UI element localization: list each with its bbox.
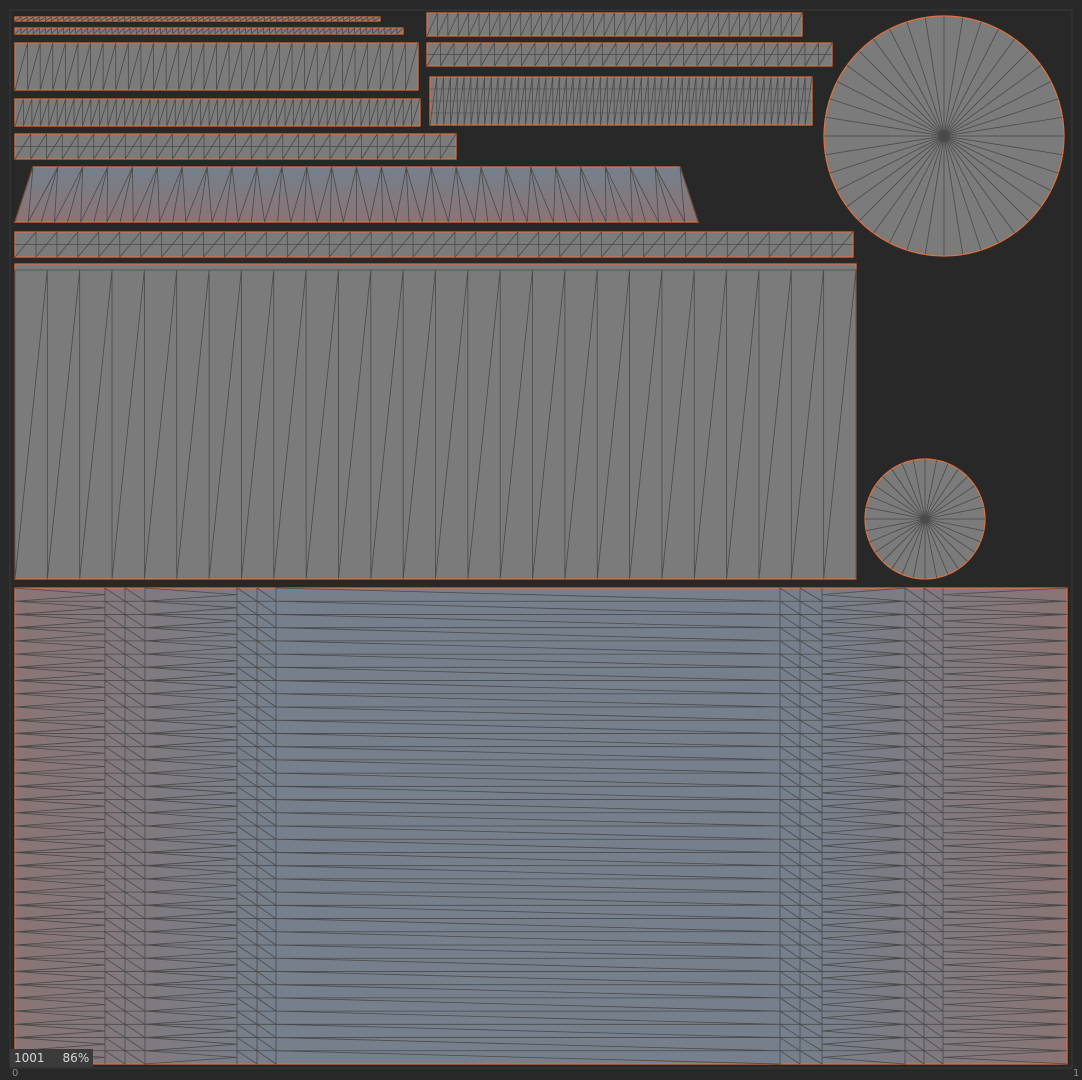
- uv-island-strip-3[interactable]: [14, 42, 419, 91]
- udim-tile-label: 1001: [14, 1051, 45, 1065]
- uv-island-strip-5[interactable]: [14, 133, 457, 160]
- uv-island-strip-1[interactable]: [14, 16, 381, 22]
- uv-island-large-panel[interactable]: [14, 263, 857, 580]
- uv-island-strip-7[interactable]: [426, 42, 833, 67]
- zoom-level-label: 86%: [62, 1051, 90, 1065]
- uv-island-bottom-body[interactable]: [14, 587, 1068, 1065]
- uv-island-strip-4[interactable]: [14, 98, 421, 127]
- uv-editor-viewport[interactable]: 1001 86% 0 1: [0, 0, 1082, 1080]
- uv-island-strip-9[interactable]: [14, 231, 854, 258]
- uv-island-disc-large[interactable]: [823, 15, 1065, 257]
- status-bar: 1001 86%: [10, 1049, 94, 1067]
- axis-origin-label: 0: [12, 1068, 19, 1079]
- uv-island-trapezoid[interactable]: [14, 166, 699, 223]
- uv-layout-canvas[interactable]: [0, 0, 1082, 1080]
- uv-island-strip-8[interactable]: [429, 76, 813, 126]
- axis-end-label: 1: [1073, 1068, 1080, 1079]
- uv-island-strip-6[interactable]: [426, 12, 803, 37]
- uv-island-strip-2[interactable]: [14, 27, 404, 35]
- uv-island-disc-small[interactable]: [864, 458, 986, 580]
